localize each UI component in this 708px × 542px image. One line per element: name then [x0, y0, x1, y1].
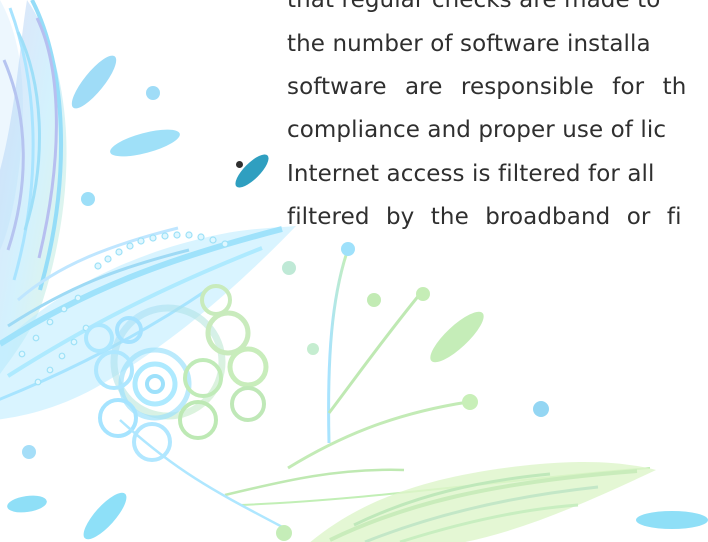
text-line: filtered by the broadband or fi — [287, 204, 682, 230]
document-page: that regular checks are made to the numb… — [0, 0, 708, 542]
bullet-point — [236, 161, 243, 168]
text-line: the number of software installa — [287, 31, 651, 57]
text-line: compliance and proper use of lic — [287, 117, 667, 143]
policy-text-excerpt: that regular checks are made to the numb… — [0, 0, 708, 542]
text-line: software are responsible for th — [287, 74, 687, 100]
text-line: Internet access is filtered for all — [287, 161, 655, 187]
text-line: that regular checks are made to — [287, 0, 661, 13]
